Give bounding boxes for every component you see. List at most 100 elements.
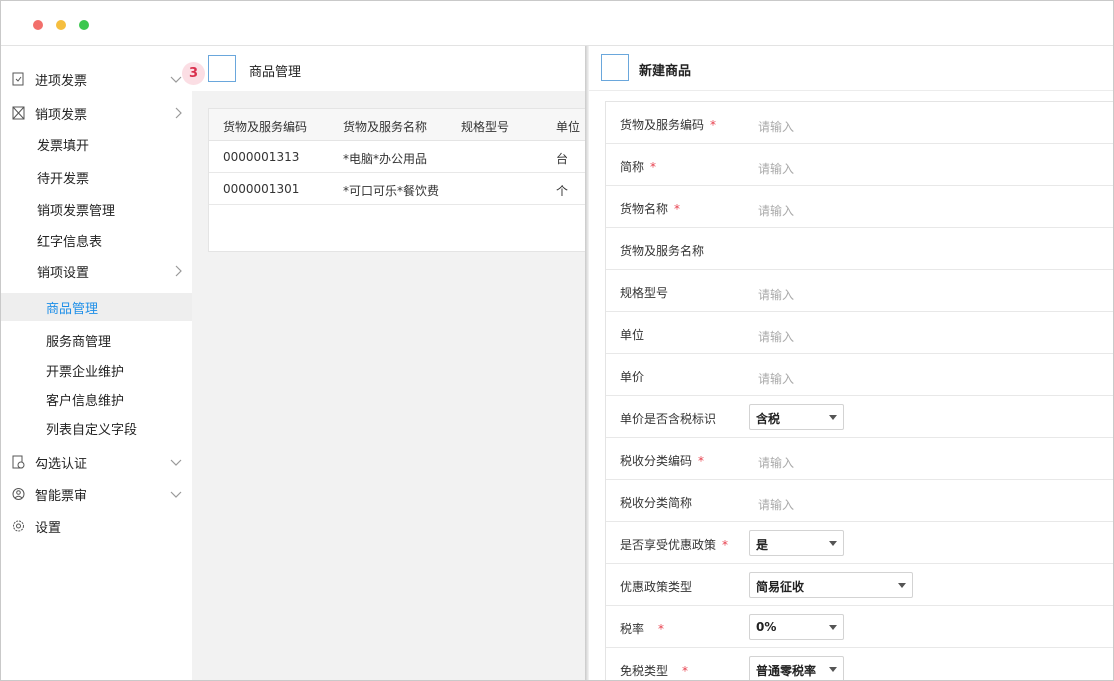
sidebar-item-settings[interactable]: 设置	[1, 512, 192, 540]
close-window-button[interactable]	[33, 20, 43, 30]
required-mark: *	[682, 664, 689, 678]
field-row-tax-short: 税收分类简称 请输入	[606, 480, 1113, 522]
sidebar-item-label: 销项发票	[35, 107, 88, 123]
preferential-select[interactable]: 是	[749, 530, 844, 556]
panel-title: 新建商品	[639, 64, 692, 79]
required-mark: *	[710, 118, 717, 132]
required-mark: *	[650, 160, 657, 174]
field-row-short-name: 简称 * 请输入	[606, 144, 1113, 186]
field-label: 规格型号	[620, 286, 669, 300]
field-label: 简称 *	[620, 160, 657, 174]
new-product-panel: 新建商品 货物及服务编码 * 请输入 简称 * 请输入 货物名称 * 请输入 货物及服…	[589, 46, 1113, 680]
sidebar-item-label: 进项发票	[35, 73, 88, 89]
sidebar-item-red-info-table[interactable]: 红字信息表	[1, 226, 192, 254]
table-row[interactable]: 0000001313 *电脑*办公用品 台	[209, 141, 587, 173]
required-mark: *	[674, 202, 681, 216]
unit-input[interactable]: 请输入	[758, 328, 794, 345]
field-row-service-name: 货物及服务名称	[606, 228, 1113, 270]
app-window: 进项发票 销项发票 发票填开 待开发票 销项发票管理 红字信息表 销项设置 商品…	[0, 0, 1114, 681]
sidebar-item-output-invoice-manage[interactable]: 销项发票管理	[1, 195, 192, 223]
chevron-down-icon[interactable]	[170, 73, 182, 85]
invoice-in-icon	[12, 72, 24, 86]
exempt-type-select[interactable]: 普通零税率	[749, 656, 844, 680]
field-label: 货物及服务编码 *	[620, 118, 717, 132]
page-icon-box	[208, 55, 236, 82]
sidebar-item-label: 发票填开	[37, 138, 90, 154]
caret-down-icon	[829, 415, 837, 420]
minimize-window-button[interactable]	[56, 20, 66, 30]
column-header-unit[interactable]: 单位	[556, 118, 580, 135]
page-header: 商品管理	[192, 46, 587, 91]
chevron-down-icon[interactable]	[170, 488, 182, 500]
code-input[interactable]: 请输入	[758, 118, 794, 135]
tax-rate-select[interactable]: 0%	[749, 614, 844, 640]
tax-included-select[interactable]: 含税	[749, 404, 844, 430]
sidebar-item-output-settings[interactable]: 销项设置	[1, 257, 192, 285]
field-row-tax-code: 税收分类编码 * 请输入	[606, 438, 1113, 480]
sidebar-item-input-invoice[interactable]: 进项发票	[1, 65, 192, 93]
column-header-spec[interactable]: 规格型号	[461, 118, 509, 135]
window-titlebar	[1, 1, 1113, 46]
field-label: 货物名称 *	[620, 202, 681, 216]
sidebar-item-pending-invoice[interactable]: 待开发票	[1, 163, 192, 191]
chevron-down-icon[interactable]	[170, 456, 182, 468]
tax-short-input[interactable]: 请输入	[758, 496, 794, 513]
field-label: 单价	[620, 370, 645, 384]
sidebar-item-customer-maintain[interactable]: 客户信息维护	[1, 385, 192, 413]
field-row-spec: 规格型号 请输入	[606, 270, 1113, 312]
field-row-goods-name: 货物名称 * 请输入	[606, 186, 1113, 228]
tax-code-input[interactable]: 请输入	[758, 454, 794, 471]
sidebar-item-smart-review[interactable]: 智能票审	[1, 480, 192, 508]
maximize-window-button[interactable]	[79, 20, 89, 30]
column-header-code[interactable]: 货物及服务编码	[223, 118, 307, 135]
field-label: 优惠政策类型	[620, 580, 693, 594]
field-label: 单价是否含税标识	[620, 412, 717, 426]
sidebar-item-certify[interactable]: 勾选认证	[1, 448, 192, 476]
policy-type-select[interactable]: 简易征收	[749, 572, 913, 598]
sidebar-item-label: 客户信息维护	[46, 393, 125, 409]
price-input[interactable]: 请输入	[758, 370, 794, 387]
cell-code: 0000001301	[223, 182, 300, 196]
required-mark: *	[658, 622, 665, 636]
sidebar-item-custom-fields[interactable]: 列表自定义字段	[1, 414, 192, 442]
chevron-right-icon[interactable]	[172, 107, 184, 119]
caret-down-icon	[898, 583, 906, 588]
sidebar-item-label: 智能票审	[35, 488, 88, 504]
field-label: 税收分类编码 *	[620, 454, 705, 468]
field-label: 货物及服务名称	[620, 244, 705, 258]
field-row-price: 单价 请输入	[606, 354, 1113, 396]
field-row-tax-included: 单价是否含税标识 含税	[606, 396, 1113, 438]
column-header-name[interactable]: 货物及服务名称	[343, 118, 427, 135]
sidebar-item-provider-manage[interactable]: 服务商管理	[1, 326, 192, 354]
sidebar-item-label: 列表自定义字段	[46, 422, 138, 438]
sidebar-item-label: 服务商管理	[46, 334, 112, 350]
sidebar-item-invoice-issue[interactable]: 发票填开	[1, 130, 192, 158]
sidebar-item-company-maintain[interactable]: 开票企业维护	[1, 356, 192, 384]
new-product-form: 货物及服务编码 * 请输入 简称 * 请输入 货物名称 * 请输入 货物及服务名称 规…	[605, 101, 1113, 680]
spec-input[interactable]: 请输入	[758, 286, 794, 303]
chevron-right-icon[interactable]	[172, 265, 184, 277]
cell-name: *电脑*办公用品	[343, 152, 428, 166]
field-label: 单位	[620, 328, 645, 342]
field-label: 免税类型 *	[620, 664, 689, 678]
certify-icon	[12, 455, 25, 469]
caret-down-icon	[829, 667, 837, 672]
page-title: 商品管理	[249, 65, 302, 80]
caret-down-icon	[829, 625, 837, 630]
goods-name-input[interactable]: 请输入	[758, 202, 794, 219]
field-row-exempt-type: 免税类型 * 普通零税率	[606, 648, 1113, 680]
sidebar: 进项发票 销项发票 发票填开 待开发票 销项发票管理 红字信息表 销项设置 商品…	[1, 46, 192, 680]
sidebar-item-output-invoice[interactable]: 销项发票	[1, 99, 192, 127]
cell-code: 0000001313	[223, 150, 300, 164]
field-label: 税率 *	[620, 622, 665, 636]
cell-name: *可口可乐*餐饮费	[343, 184, 440, 198]
sidebar-item-label: 开票企业维护	[46, 364, 125, 380]
product-list-panel: 商品管理 货物及服务编码 货物及服务名称 规格型号 单位 0000001313 …	[192, 46, 587, 680]
sidebar-item-label: 销项设置	[37, 265, 90, 281]
step-badge: 3	[182, 62, 205, 85]
caret-down-icon	[829, 541, 837, 546]
required-mark: *	[722, 538, 729, 552]
short-name-input[interactable]: 请输入	[758, 160, 794, 177]
table-row[interactable]: 0000001301 *可口可乐*餐饮费 个	[209, 173, 587, 205]
sidebar-item-product-manage[interactable]: 商品管理	[1, 293, 192, 321]
